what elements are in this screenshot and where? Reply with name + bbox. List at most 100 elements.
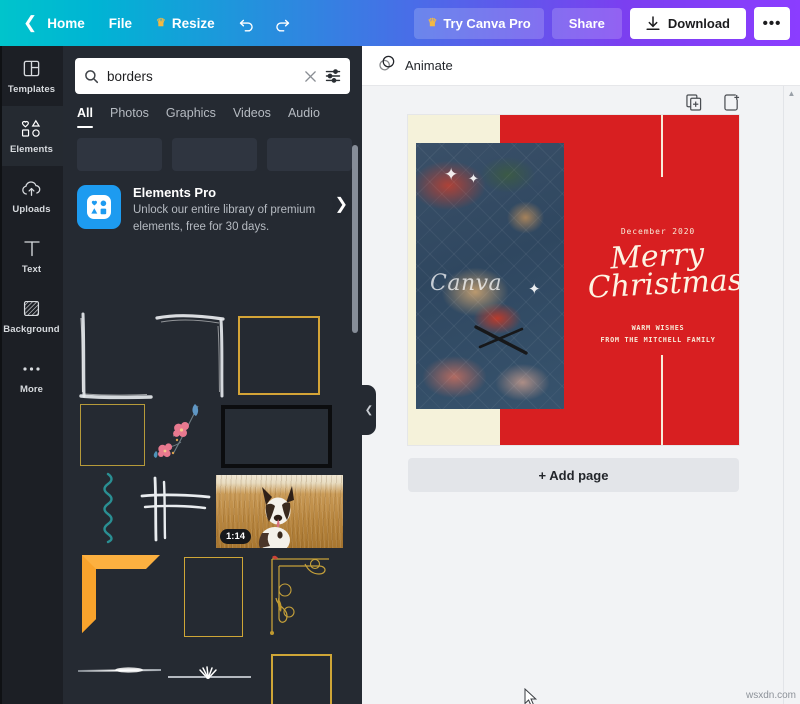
search-bar[interactable] [75,58,350,94]
sidebar-item-text[interactable]: Text [0,226,63,286]
result-black-rectangle-frame[interactable] [221,405,332,468]
redo-button[interactable] [268,8,298,38]
tab-graphics[interactable]: Graphics [166,106,216,128]
category-chip[interactable] [267,138,352,171]
duplicate-page-icon[interactable] [686,94,702,111]
design-page[interactable]: Canva ✦ ✦ ✦ December 2020 Merry Christma… [408,115,739,445]
tab-label: Photos [109,106,149,120]
more-options-button[interactable]: ••• [754,6,790,40]
hatch-pattern-icon [22,298,41,320]
promo-subtitle: Unlock our entire library of premium ele… [133,204,316,233]
design-date-text[interactable]: December 2020 [583,227,733,236]
add-page-button[interactable]: + Add page [408,458,739,492]
category-chip[interactable] [77,138,162,171]
sliders-filter-icon[interactable] [325,68,341,84]
sidebar-item-elements[interactable]: Elements [0,106,63,166]
sidebar-item-background[interactable]: Background [0,286,63,346]
sidebar-item-more[interactable]: More [0,346,63,406]
tab-videos[interactable]: Videos [233,106,271,128]
close-x-icon[interactable] [304,70,317,83]
editor-main: Animate Canva ✦ ✦ ✦ December 2020 Merry … [362,46,800,704]
result-brush-top-border-white[interactable] [155,310,227,407]
sidebar-item-label: Templates [7,83,56,95]
result-orange-corner-border[interactable] [80,553,162,640]
canvas-scroll-area[interactable]: Canva ✦ ✦ ✦ December 2020 Merry Christma… [362,86,800,704]
design-photo[interactable]: Canva ✦ ✦ ✦ [416,143,564,409]
sidebar-item-uploads[interactable]: Uploads [0,166,63,226]
animate-label[interactable]: Animate [405,58,453,73]
tab-audio[interactable]: Audio [288,106,320,128]
home-button[interactable]: ❮ Home [10,7,96,40]
star-decoration-icon: ✦ [468,171,479,186]
result-teal-zigzag-line[interactable] [99,472,117,549]
design-divider-line-bottom [661,355,663,445]
left-rail: Templates Elements Uploads Text Backgrou… [0,46,63,704]
scissors-icon [474,325,528,355]
star-decoration-icon: ✦ [444,165,459,184]
result-gold-portrait-frame[interactable] [184,557,243,637]
ellipsis-icon: ••• [762,14,782,32]
elements-pro-promo[interactable]: Elements Pro Unlock our entire library o… [63,171,362,235]
photo-watermark: Canva [430,271,503,296]
undo-button[interactable] [232,8,262,38]
result-gold-portrait-frame-2[interactable] [271,654,332,704]
tab-all[interactable]: All [77,106,93,128]
result-olive-square-frame[interactable] [80,404,145,466]
promo-title: Elements Pro [133,185,217,200]
resize-label: Resize [171,15,215,31]
design-subtext[interactable]: WARM WISHES FROM THE MITCHELL FAMILY [583,323,733,346]
chevron-right-icon[interactable]: ❯ [335,194,348,214]
design-headline[interactable]: Merry Christmas! [580,237,739,306]
result-dog-in-field-video[interactable]: 1:14 [216,475,343,548]
result-silver-divider-line[interactable] [77,663,162,682]
try-canva-pro-button[interactable]: ♛ Try Canva Pro [414,7,544,39]
ellipsis-icon [22,358,41,380]
canva-editor: ❮ Home File ♛ Resize ♛ Try Canva Pro Sha… [0,0,800,704]
result-brush-corner-border-white[interactable] [77,312,155,409]
share-button[interactable]: Share [551,7,622,39]
result-gold-square-frame[interactable] [238,316,320,395]
subtext-line-1: WARM WISHES [631,324,685,332]
result-silver-starburst-divider[interactable] [167,666,252,689]
download-button[interactable]: Download [629,7,746,39]
search-input[interactable] [107,68,296,84]
search-container [63,46,362,94]
triangle-up-icon[interactable]: ▲ [787,90,796,98]
category-chip[interactable] [172,138,257,171]
search-results-grid[interactable]: 1:14 [63,302,362,704]
mouse-pointer-icon [524,688,538,704]
animate-toolbar: Animate [362,46,800,86]
redo-arrow-icon [276,19,290,32]
crown-icon: ♛ [156,16,166,29]
result-brush-cross-lines-white[interactable] [139,476,217,549]
result-pink-flower-branch[interactable] [151,402,209,475]
resize-button[interactable]: ♛ Resize [145,9,226,38]
top-toolbar: ❮ Home File ♛ Resize ♛ Try Canva Pro Sha… [0,0,800,46]
canvas-scrollbar[interactable]: ▲ [783,86,798,704]
top-toolbar-left: ❮ Home File ♛ Resize [0,7,298,40]
sidebar-item-label: Uploads [12,203,51,215]
tab-label: All [77,106,93,120]
rail-edge-divider [0,46,2,704]
result-gold-ornamental-corner[interactable] [267,554,333,641]
text-t-icon [23,238,41,260]
add-page-icon[interactable] [724,94,740,111]
elements-pro-icon [77,185,121,229]
download-label: Download [667,15,730,31]
collapse-panel-handle[interactable]: ❮ [362,385,376,435]
sidebar-item-templates[interactable]: Templates [0,46,63,106]
chevron-left-icon: ❮ [364,404,374,416]
home-label: Home [47,15,85,31]
panel-scrollbar[interactable] [352,145,358,333]
file-menu-button[interactable]: File [98,9,143,38]
search-icon [84,69,99,84]
tab-photos[interactable]: Photos [110,106,149,128]
sidebar-item-label: Elements [9,143,54,155]
share-label: Share [568,15,605,31]
top-toolbar-right: ♛ Try Canva Pro Share Download ••• [414,6,800,40]
try-pro-label: Try Canva Pro [443,15,531,31]
crown-icon: ♛ [427,16,438,29]
tab-label: Videos [232,106,271,120]
headline-line-2: Christmas! [586,261,739,306]
download-arrow-icon [646,15,660,30]
